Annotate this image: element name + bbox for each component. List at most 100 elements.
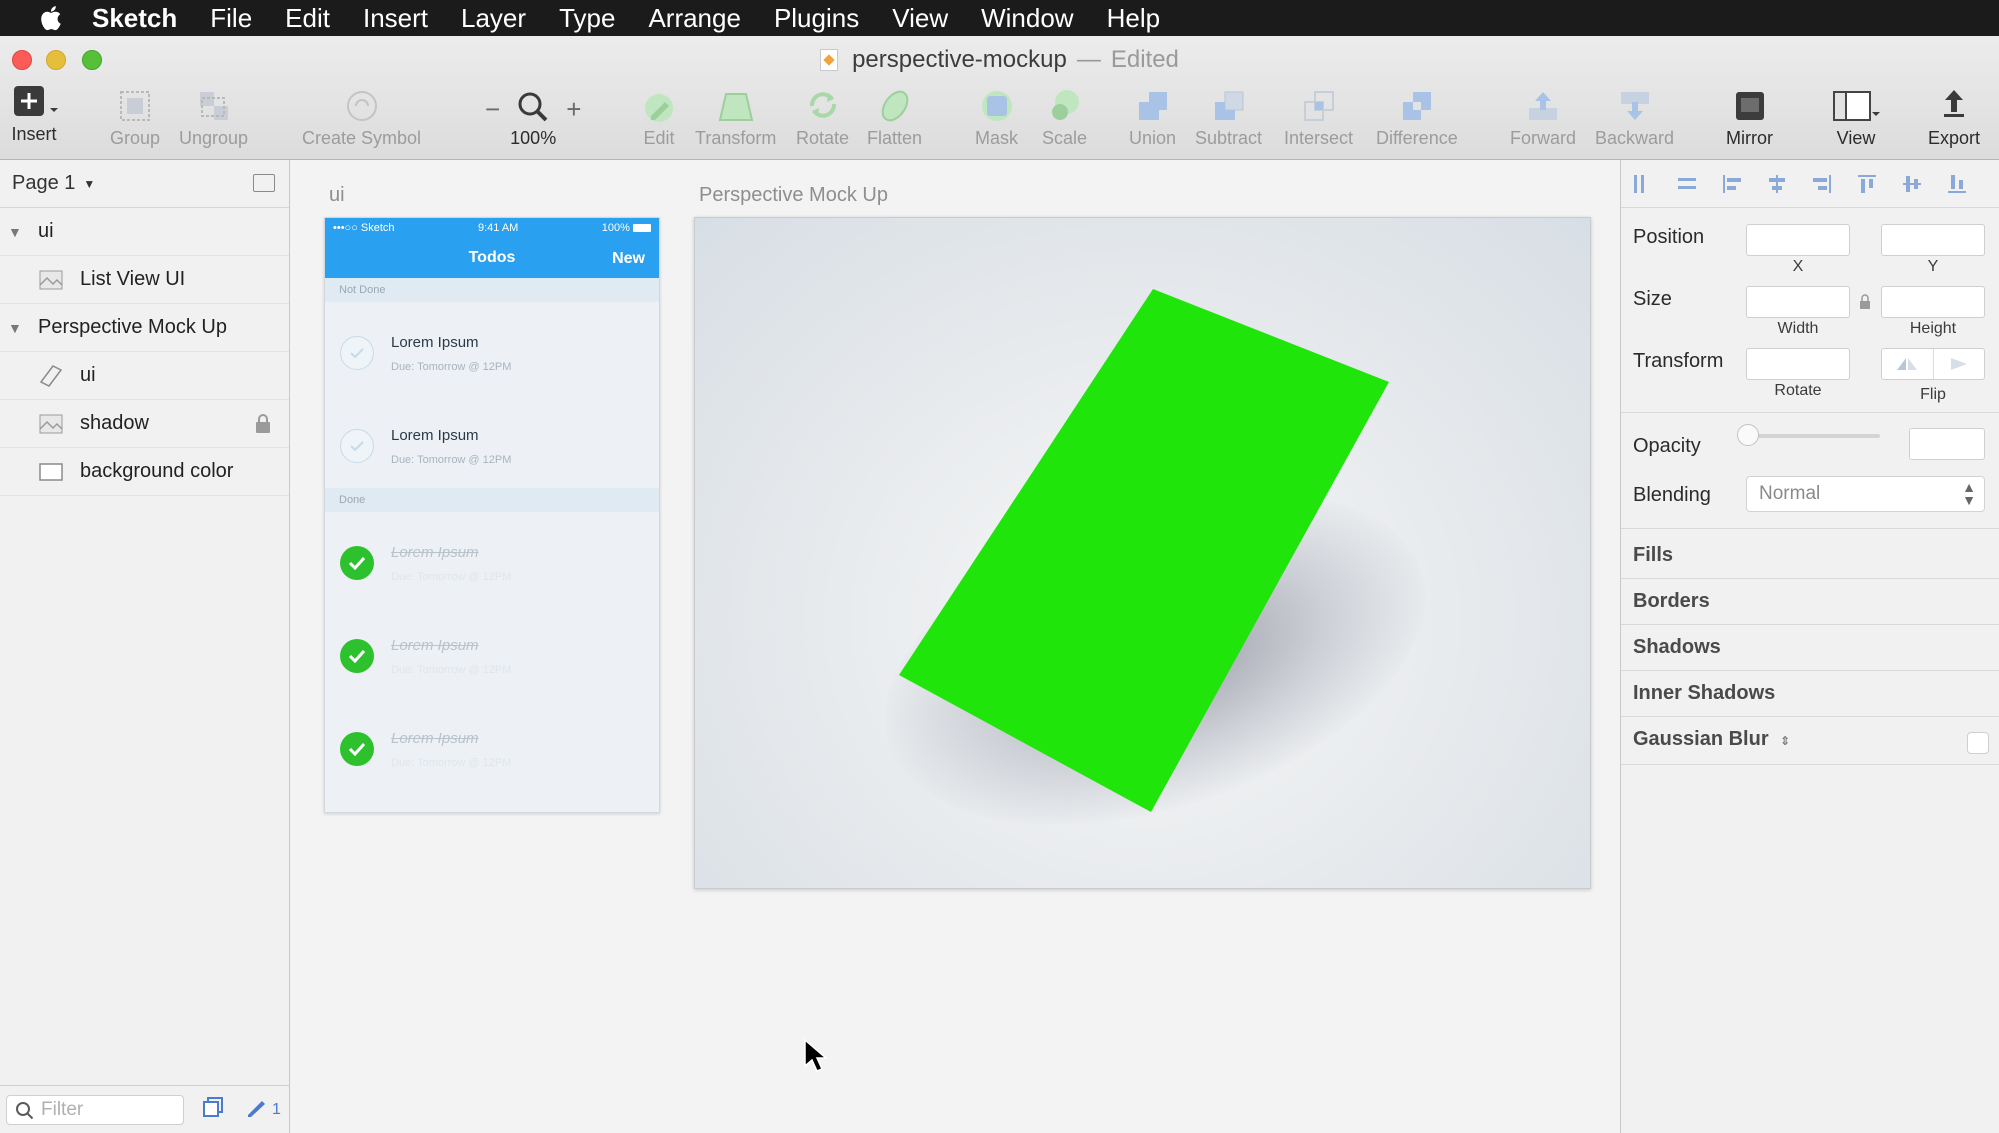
insert-plus-icon xyxy=(10,80,58,120)
rotate-field[interactable] xyxy=(1746,348,1850,380)
align-middle-vertical-icon[interactable] xyxy=(1901,173,1923,195)
view-button[interactable]: View xyxy=(1832,84,1880,149)
height-field[interactable] xyxy=(1881,286,1985,318)
alignment-bar xyxy=(1621,160,1999,208)
subtract-icon xyxy=(1211,84,1247,124)
transform-label: Transform xyxy=(1633,350,1724,372)
create-symbol-button[interactable]: Create Symbol xyxy=(302,84,421,149)
menu-plugins[interactable]: Plugins xyxy=(774,3,859,34)
rotate-button[interactable]: Rotate xyxy=(796,84,849,149)
todo-title: Lorem Ipsum xyxy=(391,637,479,654)
fills-section[interactable]: Fills xyxy=(1633,544,1673,567)
layer-list-view-ui[interactable]: List View UI xyxy=(0,256,289,304)
mask-icon xyxy=(979,84,1015,124)
align-bottom-icon[interactable] xyxy=(1946,173,1968,195)
layer-artboard-perspective-mock-up[interactable]: ▼ Perspective Mock Up xyxy=(0,304,289,352)
layer-background-color[interactable]: background color xyxy=(0,448,289,496)
borders-section[interactable]: Borders xyxy=(1633,590,1710,613)
disclosure-triangle-icon[interactable]: ▼ xyxy=(8,320,26,336)
divider xyxy=(1621,578,1999,579)
mask-button[interactable]: Mask xyxy=(975,84,1018,149)
group-button[interactable]: Group xyxy=(110,84,160,149)
flip-horizontal-icon[interactable] xyxy=(1882,349,1934,379)
backward-button[interactable]: Backward xyxy=(1595,84,1674,149)
filter-input[interactable]: Filter xyxy=(6,1094,184,1125)
disclosure-triangle-icon[interactable]: ▼ xyxy=(8,224,26,240)
distribute-horizontal-icon[interactable] xyxy=(1631,173,1653,195)
zoom-in-button[interactable]: + xyxy=(566,94,581,124)
menu-insert[interactable]: Insert xyxy=(363,3,428,34)
menu-type[interactable]: Type xyxy=(559,3,615,34)
forward-button[interactable]: Forward xyxy=(1510,84,1576,149)
apple-icon[interactable] xyxy=(32,3,68,33)
artboard-perspective-mock-up[interactable] xyxy=(694,217,1591,889)
layer-ui-symbol[interactable]: ui xyxy=(0,352,289,400)
gaussian-blur-section[interactable]: Gaussian Blur ⇕ xyxy=(1633,728,1790,751)
inner-shadows-section[interactable]: Inner Shadows xyxy=(1633,682,1775,705)
menu-arrange[interactable]: Arrange xyxy=(648,3,741,34)
layer-label: background color xyxy=(80,460,234,482)
subtract-button[interactable]: Subtract xyxy=(1195,84,1262,149)
position-x-field[interactable] xyxy=(1746,224,1850,256)
export-button[interactable]: Export xyxy=(1928,84,1980,149)
perspective-screen-green[interactable] xyxy=(899,289,1389,812)
width-field[interactable] xyxy=(1746,286,1850,318)
opacity-slider-knob[interactable] xyxy=(1737,424,1759,446)
blending-select[interactable]: Normal ▲ ▼ xyxy=(1746,476,1985,512)
insert-button[interactable]: Insert xyxy=(10,80,58,145)
transform-button[interactable]: Transform xyxy=(695,84,776,149)
zoom-out-button[interactable]: − xyxy=(485,94,500,124)
layer-shadow[interactable]: shadow xyxy=(0,400,289,448)
align-right-icon[interactable] xyxy=(1811,173,1833,195)
ungroup-button[interactable]: Ungroup xyxy=(179,84,248,149)
edited-layers-filter-icon[interactable] xyxy=(246,1097,270,1122)
position-y-field[interactable] xyxy=(1881,224,1985,256)
perspective-screen-svg xyxy=(899,289,1389,812)
align-left-icon[interactable] xyxy=(1721,173,1743,195)
layers-sidebar: Page 1 ▼ ▼ ui List View UI ▼ Perspective… xyxy=(0,160,290,1133)
flip-vertical-icon[interactable] xyxy=(1934,349,1985,379)
menu-view[interactable]: View xyxy=(892,3,948,34)
menu-file[interactable]: File xyxy=(210,3,252,34)
artboard-title-perspective-mock-up[interactable]: Perspective Mock Up xyxy=(699,184,888,207)
artboard-title-ui[interactable]: ui xyxy=(329,184,345,207)
canvas[interactable]: ui Perspective Mock Up •••○○ Sketch 9:41… xyxy=(291,160,1620,1133)
document-name: perspective-mockup xyxy=(852,46,1067,73)
edit-button[interactable]: Edit xyxy=(641,84,677,149)
artboard-ui[interactable]: •••○○ Sketch 9:41 AM 100% Todos New Not … xyxy=(324,217,660,813)
menu-layer[interactable]: Layer xyxy=(461,3,526,34)
up-down-chevron-icon[interactable]: ⇕ xyxy=(1780,734,1790,748)
section-header-not-done: Not Done xyxy=(325,278,659,302)
ios-nav-bar: Todos New xyxy=(325,238,659,278)
intersect-button[interactable]: Intersect xyxy=(1284,84,1353,149)
shadows-section[interactable]: Shadows xyxy=(1633,636,1721,659)
group-label: Group xyxy=(110,128,161,148)
symbols-filter-icon[interactable] xyxy=(202,1096,224,1123)
difference-button[interactable]: Difference xyxy=(1376,84,1458,149)
page-selector[interactable]: Page 1 ▼ xyxy=(0,160,289,208)
lock-icon[interactable] xyxy=(255,414,271,440)
distribute-vertical-icon[interactable] xyxy=(1676,173,1698,195)
opacity-slider-track[interactable] xyxy=(1745,434,1880,438)
align-center-horizontal-icon[interactable] xyxy=(1766,173,1788,195)
sidebar-footer: Filter 1 xyxy=(0,1085,290,1133)
align-top-icon[interactable] xyxy=(1856,173,1878,195)
menu-window[interactable]: Window xyxy=(981,3,1073,34)
gaussian-blur-checkbox[interactable] xyxy=(1967,732,1989,754)
union-button[interactable]: Union xyxy=(1129,84,1176,149)
pages-panel-toggle-icon[interactable] xyxy=(253,174,275,192)
zoom-control[interactable]: − + 100% xyxy=(485,84,581,149)
menu-edit[interactable]: Edit xyxy=(285,3,330,34)
todo-title: Lorem Ipsum xyxy=(391,427,479,444)
position-label: Position xyxy=(1633,226,1705,248)
menu-app-sketch[interactable]: Sketch xyxy=(92,3,177,34)
flatten-button[interactable]: Flatten xyxy=(867,84,922,149)
opacity-field[interactable] xyxy=(1909,428,1985,460)
scale-button[interactable]: Scale xyxy=(1042,84,1087,149)
mirror-label: Mirror xyxy=(1726,128,1773,148)
menu-help[interactable]: Help xyxy=(1107,3,1160,34)
layer-artboard-ui[interactable]: ▼ ui xyxy=(0,208,289,256)
mirror-button[interactable]: Mirror xyxy=(1726,84,1773,149)
intersect-icon xyxy=(1301,84,1337,124)
lock-proportions-icon[interactable] xyxy=(1859,294,1871,315)
